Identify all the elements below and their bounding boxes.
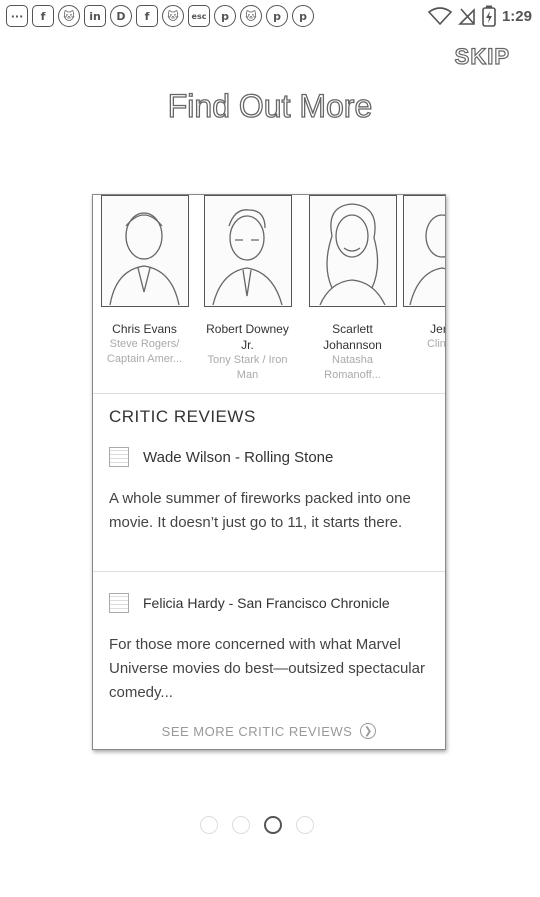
linkedin-icon: in: [84, 5, 106, 27]
pinterest-icon: p: [266, 5, 288, 27]
critic-reviews-heading: CRITIC REVIEWS: [109, 407, 256, 426]
source-icon: [109, 593, 129, 613]
cast-carousel[interactable]: Chris Evans Steve Rogers/ Captain Amer..…: [93, 195, 446, 395]
no-signal-icon: [458, 8, 475, 25]
page-dot-active[interactable]: [264, 816, 282, 834]
pinterest-icon: p: [292, 5, 314, 27]
review-text: A whole summer of fireworks packed into …: [109, 490, 411, 531]
status-bar: ··· f 🐱 in D f 🐱 esc p 🐱 p p 1:29: [0, 0, 540, 32]
review-author: Wade Wilson - Rolling Stone: [143, 448, 334, 466]
cat-app-icon: 🐱: [240, 5, 262, 27]
clock: 1:29: [501, 7, 532, 25]
cast-member[interactable]: Chris Evans Steve Rogers/ Captain Amer..…: [97, 195, 192, 367]
see-more-critic-reviews-button[interactable]: SEE MORE CRITIC REVIEWS ❯: [145, 719, 393, 743]
source-icon: [109, 447, 129, 467]
actor-name: Robert Downey Jr.: [206, 322, 289, 352]
actor-photo: [100, 195, 189, 307]
actor-name: Scarlett Johannson: [323, 322, 382, 352]
movie-info-card: Chris Evans Steve Rogers/ Captain Amer..…: [92, 194, 446, 750]
review-author: Felicia Hardy - San Francisco Chronicle: [143, 595, 390, 611]
page-indicator: [200, 816, 314, 834]
messenger-icon: D: [110, 5, 132, 27]
battery-icon: [482, 5, 496, 27]
review-text: For those more concerned with what Marve…: [109, 636, 425, 701]
more-icon: ···: [6, 5, 28, 27]
actor-name: Chris Evans: [112, 322, 177, 336]
page-dot[interactable]: [200, 816, 218, 834]
notification-icons: ··· f 🐱 in D f 🐱 esc p 🐱 p p: [6, 5, 314, 27]
divider: [93, 571, 445, 572]
cast-member[interactable]: Scarlett Johannson Natasha Romanoff...: [305, 195, 400, 383]
facebook-icon: f: [32, 5, 54, 27]
divider: [93, 393, 445, 394]
system-indicators: 1:29: [427, 5, 532, 27]
chevron-right-icon: ❯: [360, 723, 377, 739]
page-title: Find Out More: [167, 87, 373, 124]
actor-photo: [402, 195, 445, 307]
see-more-label: SEE MORE CRITIC REVIEWS: [161, 723, 353, 739]
facebook-icon: f: [136, 5, 158, 27]
character-name: Clint Ha: [426, 338, 446, 350]
cast-member[interactable]: Robert Downey Jr. Tony Stark / Iron Man: [200, 195, 295, 383]
esc-icon: esc: [188, 5, 210, 27]
character-name: Steve Rogers/ Captain Amer...: [106, 338, 183, 365]
review-header: Felicia Hardy - San Francisco Chronicle: [109, 593, 390, 613]
wifi-icon: [427, 7, 452, 25]
review-header: Wade Wilson - Rolling Stone: [109, 447, 333, 467]
cat-app-icon: 🐱: [58, 5, 80, 27]
actor-photo: [308, 195, 397, 307]
page-dot[interactable]: [232, 816, 250, 834]
cat-app-icon: 🐱: [162, 5, 184, 27]
pinterest-icon: p: [214, 5, 236, 27]
cast-member[interactable]: Jermy Clint Ha: [399, 195, 446, 352]
page-dot[interactable]: [296, 816, 314, 834]
character-name: Natasha Romanoff...: [324, 354, 381, 381]
character-name: Tony Stark / Iron Man: [207, 354, 288, 381]
actor-photo: [203, 195, 292, 307]
actor-name: Jermy: [430, 322, 445, 336]
skip-button[interactable]: SKIP: [454, 43, 510, 70]
